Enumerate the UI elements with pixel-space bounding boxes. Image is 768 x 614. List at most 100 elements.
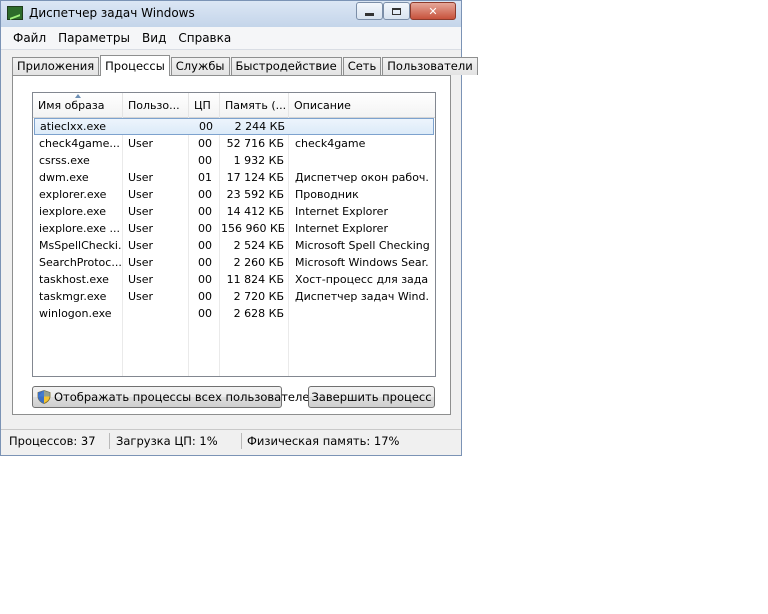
process-memory: 11 824 КБ <box>226 273 284 286</box>
table-row[interactable]: taskmgr.exe User 00 2 720 КБ Диспетчер задач… <box>33 288 435 305</box>
maximize-button[interactable] <box>383 2 410 20</box>
process-user: User <box>128 205 154 218</box>
process-cpu: 00 <box>198 188 212 201</box>
process-image-name: explorer.exe <box>39 188 107 201</box>
table-row[interactable]: winlogon.exe 00 2 628 КБ <box>33 305 435 322</box>
process-description <box>295 305 429 322</box>
sort-ascending-icon <box>75 94 81 98</box>
table-row[interactable]: MsSpellChecki... User 00 2 524 КБ Microsoft … <box>33 237 435 254</box>
process-image-name: winlogon.exe <box>39 307 112 320</box>
table-row[interactable]: csrss.exe 00 1 932 КБ <box>33 152 435 169</box>
column-description[interactable]: Описание <box>289 93 435 117</box>
process-image-name: atieclxx.exe <box>40 120 107 133</box>
table-row[interactable]: iexplore.exe ... User 00 156 960 КБ Internet… <box>33 220 435 237</box>
process-description: Microsoft Windows Sear... <box>295 256 429 269</box>
tab-strip: Приложения Процессы Службы Быстродействи… <box>12 55 479 76</box>
uac-shield-icon <box>37 390 51 404</box>
process-cpu: 00 <box>199 120 213 133</box>
process-image-name: MsSpellChecki... <box>39 239 121 252</box>
close-icon: ✕ <box>428 4 438 18</box>
process-memory: 52 716 КБ <box>226 137 284 150</box>
status-process-count: Процессов: 37 <box>9 434 96 448</box>
process-cpu: 00 <box>198 205 212 218</box>
process-list[interactable]: Имя образа Пользо... ЦП Память (... Опис… <box>32 92 436 377</box>
column-user[interactable]: Пользо... <box>123 93 189 117</box>
table-row[interactable]: atieclxx.exe 00 2 244 КБ <box>34 118 434 135</box>
column-image-name[interactable]: Имя образа <box>33 93 123 117</box>
process-user: User <box>128 239 154 252</box>
process-memory: 1 932 КБ <box>233 154 284 167</box>
status-divider <box>241 433 242 449</box>
menu-file[interactable]: Файл <box>7 27 52 49</box>
process-cpu: 00 <box>198 307 212 320</box>
process-description: Хост-процесс для зада... <box>295 273 429 286</box>
end-process-button[interactable]: Завершить процесс <box>308 386 435 408</box>
minimize-button[interactable] <box>356 2 383 20</box>
process-cpu: 00 <box>198 154 212 167</box>
process-memory: 23 592 КБ <box>226 188 284 201</box>
process-description <box>296 118 430 135</box>
process-memory: 2 720 КБ <box>233 290 284 303</box>
process-description <box>295 152 429 169</box>
process-user <box>129 118 189 135</box>
status-divider <box>109 433 110 449</box>
process-user <box>128 152 188 169</box>
table-row[interactable]: iexplore.exe User 00 14 412 КБ Internet Expl… <box>33 203 435 220</box>
menu-view[interactable]: Вид <box>136 27 172 49</box>
menu-help[interactable]: Справка <box>172 27 237 49</box>
table-row[interactable]: dwm.exe User 01 17 124 КБ Диспетчер окон раб… <box>33 169 435 186</box>
process-cpu: 00 <box>198 137 212 150</box>
process-user: User <box>128 290 154 303</box>
tab-performance[interactable]: Быстродействие <box>230 57 342 75</box>
table-row[interactable]: SearchProtoc... User 00 2 260 КБ Microsoft W… <box>33 254 435 271</box>
process-image-name: taskmgr.exe <box>39 290 107 303</box>
table-row[interactable]: taskhost.exe User 00 11 824 КБ Хост-процесс … <box>33 271 435 288</box>
process-description: Проводник <box>295 188 359 201</box>
show-all-users-processes-button[interactable]: Отображать процессы всех пользователей <box>32 386 317 408</box>
process-cpu: 01 <box>198 171 212 184</box>
tab-applications[interactable]: Приложения <box>12 57 100 75</box>
process-cpu: 00 <box>198 256 212 269</box>
process-cpu: 00 <box>198 222 212 235</box>
table-row[interactable]: explorer.exe User 00 23 592 КБ Проводник <box>33 186 435 203</box>
process-image-name: iexplore.exe <box>39 205 106 218</box>
menu-options[interactable]: Параметры <box>52 27 136 49</box>
window-title: Диспетчер задач Windows <box>29 6 195 20</box>
process-description: Internet Explorer <box>295 222 388 235</box>
menu-bar: Файл Параметры Вид Справка <box>1 27 461 50</box>
processes-panel: Имя образа Пользо... ЦП Память (... Опис… <box>12 75 451 415</box>
table-row[interactable]: check4game.... User 00 52 716 КБ check4game <box>33 135 435 152</box>
process-memory: 2 260 КБ <box>233 256 284 269</box>
title-bar[interactable]: Диспетчер задач Windows ✕ <box>1 1 461 27</box>
process-image-name: csrss.exe <box>39 154 90 167</box>
process-image-name: check4game.... <box>39 137 121 150</box>
process-user <box>128 305 188 322</box>
process-memory: 2 244 КБ <box>234 120 285 133</box>
process-cpu: 00 <box>198 290 212 303</box>
close-button[interactable]: ✕ <box>410 2 456 20</box>
task-manager-icon <box>7 6 23 20</box>
column-cpu[interactable]: ЦП <box>189 93 220 117</box>
maximize-icon <box>392 7 401 15</box>
process-user: User <box>128 188 154 201</box>
tab-processes[interactable]: Процессы <box>100 55 170 76</box>
process-user: User <box>128 137 154 150</box>
process-memory: 2 524 КБ <box>233 239 284 252</box>
process-cpu: 00 <box>198 239 212 252</box>
process-description: Диспетчер окон рабоч... <box>295 171 429 184</box>
process-image-name: iexplore.exe ... <box>39 222 120 235</box>
process-user: User <box>128 171 154 184</box>
task-manager-window: Диспетчер задач Windows ✕ Файл Параметры… <box>0 0 478 456</box>
status-bar: Процессов: 37 Загрузка ЦП: 1% Физическая… <box>1 429 461 452</box>
process-description: Microsoft Spell Checking... <box>295 239 429 252</box>
status-cpu-usage: Загрузка ЦП: 1% <box>116 434 218 448</box>
column-memory[interactable]: Память (... <box>220 93 289 117</box>
tab-networking[interactable]: Сеть <box>342 57 382 75</box>
process-image-name: dwm.exe <box>39 171 89 184</box>
process-memory: 156 960 КБ <box>221 222 284 235</box>
tab-services[interactable]: Службы <box>170 57 230 75</box>
process-user: User <box>128 273 154 286</box>
process-memory: 17 124 КБ <box>226 171 284 184</box>
tab-users[interactable]: Пользователи <box>382 57 478 75</box>
process-image-name: taskhost.exe <box>39 273 109 286</box>
